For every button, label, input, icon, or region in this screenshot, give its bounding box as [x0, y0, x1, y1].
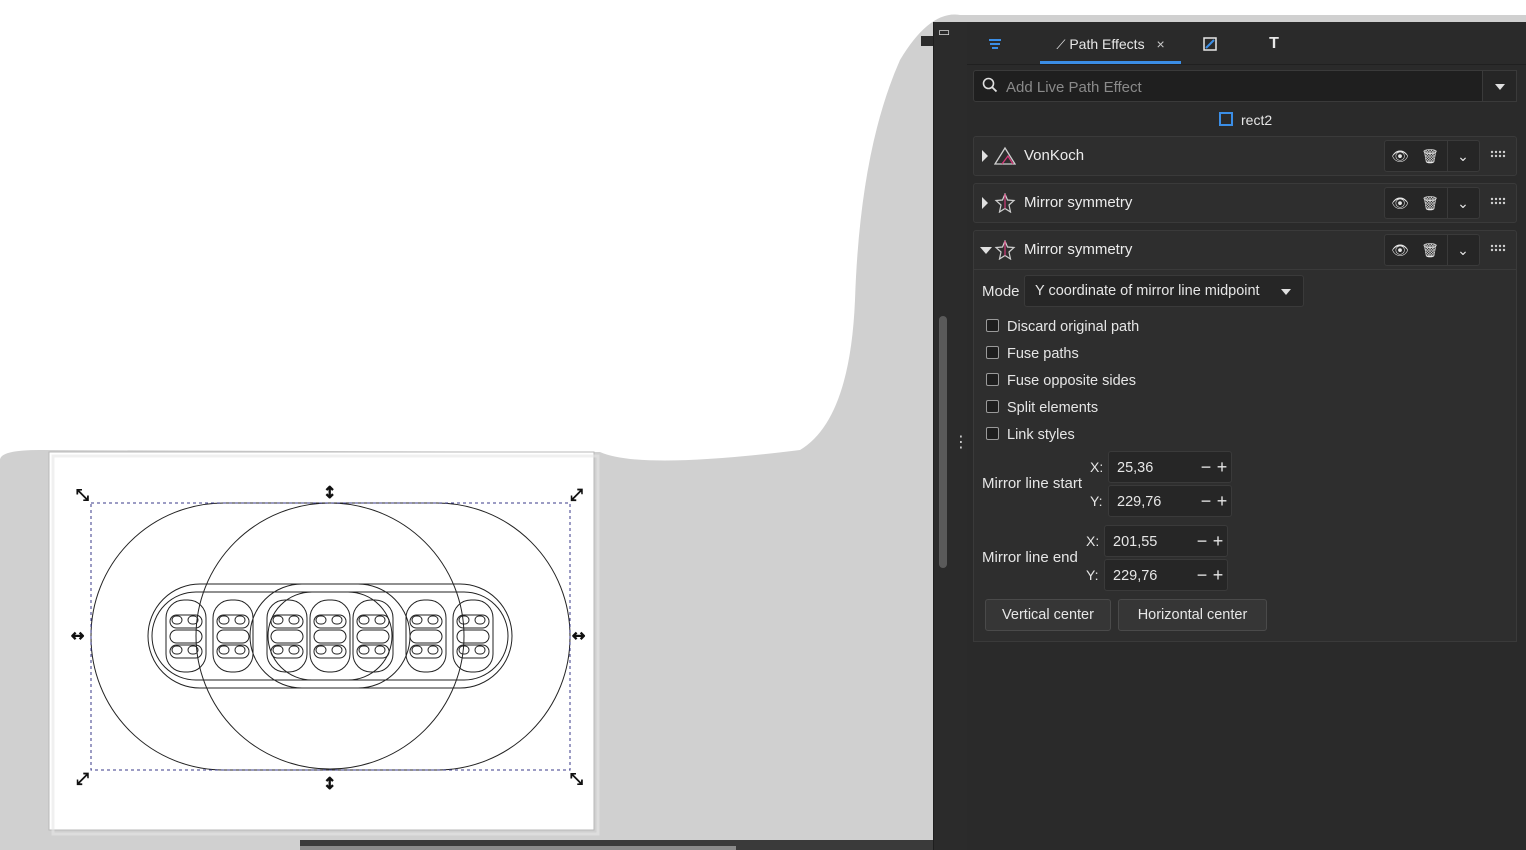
selected-object: rect2	[1219, 110, 1272, 130]
rect-icon	[1219, 112, 1233, 126]
fill-stroke-icon	[1203, 37, 1217, 51]
mode-select-value: Y coordinate of mirror line midpoint	[1035, 283, 1260, 299]
collapse-arrow-icon[interactable]	[980, 247, 992, 254]
mirror-symmetry-icon	[994, 240, 1016, 260]
end-y-spinbox[interactable]: − +	[1104, 559, 1228, 592]
effect-row-mirror-2[interactable]: Mirror symmetry 👁 🗑 ⌄	[973, 230, 1517, 270]
path-effects-icon: ⟋	[1056, 37, 1066, 52]
start-x-input[interactable]	[1115, 452, 1199, 484]
panel-edge	[1447, 22, 1526, 850]
increment-icon[interactable]: +	[1213, 452, 1231, 482]
mirror-line-start-label: Mirror line start	[982, 475, 1083, 492]
end-x-label: X:	[1086, 533, 1100, 549]
handle-nw-icon: ⤡	[76, 485, 89, 504]
handle-sw-icon: ⤢	[76, 769, 89, 788]
effect-name: VonKoch	[1024, 147, 1085, 164]
handle-n-icon: ↕	[323, 483, 336, 502]
canvas-corner	[921, 36, 933, 46]
search-box[interactable]	[973, 70, 1483, 103]
close-tab-icon[interactable]: ×	[1156, 36, 1164, 52]
start-x-spinbox[interactable]: − +	[1108, 451, 1232, 484]
end-x-spinbox[interactable]: − +	[1104, 525, 1228, 558]
vertical-center-button[interactable]: Vertical center	[985, 599, 1111, 631]
checkbox-label: Fuse opposite sides	[1007, 373, 1136, 389]
start-y-label: Y:	[1090, 493, 1103, 509]
handle-se-icon: ⤡	[570, 769, 583, 788]
effect-row-mirror-1[interactable]: Mirror symmetry 👁 🗑 ⌄	[973, 183, 1517, 223]
effect-name: Mirror symmetry	[1024, 241, 1133, 258]
handle-w-icon: ↔	[71, 626, 84, 645]
text-icon: T	[1269, 35, 1279, 52]
checkbox-label: Fuse paths	[1007, 346, 1079, 362]
dock-scrollbar[interactable]	[939, 316, 947, 568]
dialog-tabbar: ⟋ Path Effects × T	[967, 22, 1526, 65]
effect-name: Mirror symmetry	[1024, 194, 1133, 211]
delete-trash-icon[interactable]: 🗑	[1415, 188, 1445, 218]
end-y-label: Y:	[1086, 567, 1099, 583]
horizontal-center-button[interactable]: Horizontal center	[1118, 599, 1267, 631]
mirror-symmetry-settings: Mode Y coordinate of mirror line midpoin…	[973, 270, 1517, 642]
checkbox[interactable]	[986, 373, 999, 386]
display-mode-icon[interactable]: ▭	[934, 24, 954, 42]
handle-ne-icon: ⤢	[570, 485, 583, 504]
tab-path-effects[interactable]: ⟋ Path Effects ×	[1040, 22, 1181, 64]
search-input[interactable]	[1004, 71, 1478, 103]
mirror-symmetry-icon	[994, 193, 1016, 213]
start-y-spinbox[interactable]: − +	[1108, 485, 1232, 518]
mode-label: Mode	[982, 283, 1020, 300]
checkbox-label: Link styles	[1007, 427, 1075, 443]
document-page[interactable]: ⤡ ⤢ ⤢ ⤡ ↕ ↕ ↔ ↔	[0, 0, 933, 850]
increment-icon[interactable]: +	[1213, 486, 1231, 516]
search-icon	[982, 77, 998, 93]
mode-select[interactable]: Y coordinate of mirror line midpoint	[1024, 275, 1304, 307]
visibility-eye-icon[interactable]: 👁	[1385, 141, 1415, 171]
effect-row-vonkoch[interactable]: VonKoch 👁 🗑 ⌄	[973, 136, 1517, 176]
checkbox-label: Split elements	[1007, 400, 1099, 416]
selected-object-name: rect2	[1241, 112, 1273, 128]
visibility-eye-icon[interactable]: 👁	[1385, 188, 1415, 218]
checkbox[interactable]	[986, 346, 999, 359]
checkbox[interactable]	[986, 319, 999, 332]
layers-icon	[989, 39, 1001, 49]
start-y-input[interactable]	[1115, 486, 1199, 518]
path-effects-dialog: ⟋ Path Effects × T rect2 VonKoch	[967, 22, 1526, 850]
dock-drag-handle-icon[interactable]: ⋮	[953, 432, 969, 454]
checkbox[interactable]	[986, 400, 999, 413]
tab-fill-stroke[interactable]	[1193, 22, 1227, 64]
handle-s-icon: ↕	[323, 774, 336, 793]
start-x-label: X:	[1090, 459, 1104, 475]
increment-icon[interactable]: +	[1209, 560, 1227, 590]
tab-text[interactable]: T	[1257, 22, 1291, 64]
end-x-input[interactable]	[1111, 526, 1195, 558]
tab-path-effects-label: Path Effects	[1069, 36, 1145, 52]
expand-arrow-icon[interactable]	[982, 197, 988, 209]
handle-e-icon: ↔	[572, 626, 585, 645]
expand-arrow-icon[interactable]	[982, 150, 988, 162]
visibility-eye-icon[interactable]: 👁	[1385, 235, 1415, 265]
delete-trash-icon[interactable]: 🗑	[1415, 235, 1445, 265]
increment-icon[interactable]: +	[1209, 526, 1227, 556]
end-y-input[interactable]	[1111, 560, 1195, 592]
tab-layers[interactable]	[977, 22, 1013, 64]
vonkoch-icon	[994, 146, 1016, 165]
checkbox-label: Discard original path	[1007, 319, 1140, 335]
mirror-line-end-label: Mirror line end	[982, 549, 1078, 566]
checkbox[interactable]	[986, 427, 999, 440]
delete-trash-icon[interactable]: 🗑	[1415, 141, 1445, 171]
